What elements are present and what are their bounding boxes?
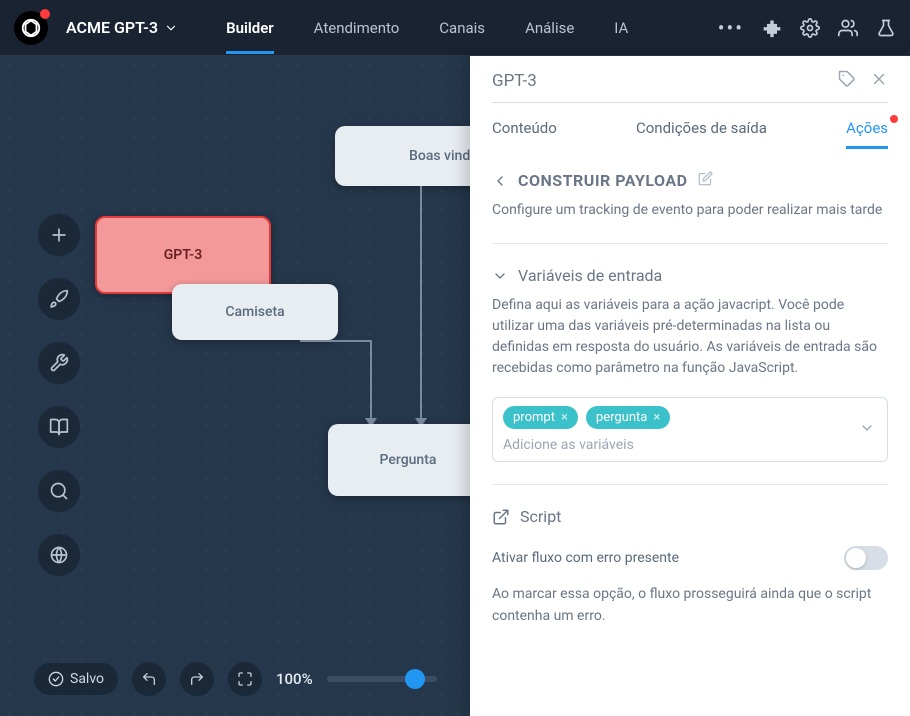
vars-desc: Defina aqui as variáveis para a ação jav… — [492, 295, 888, 379]
zoom-slider-thumb[interactable] — [405, 669, 425, 689]
script-title: Script — [520, 507, 561, 526]
tab-acoes-label: Ações — [846, 119, 888, 137]
edge — [300, 340, 372, 342]
nav-ia[interactable]: IA — [594, 2, 648, 54]
gear-icon[interactable] — [800, 18, 820, 38]
remove-tag-icon[interactable]: × — [561, 410, 568, 425]
remove-tag-icon[interactable]: × — [653, 410, 660, 425]
notification-dot — [890, 115, 898, 123]
topbar-right: ••• — [718, 16, 896, 40]
node-gpt[interactable]: GPT-3 — [95, 216, 271, 294]
app-title-dropdown[interactable]: ACME GPT-3 — [66, 18, 178, 37]
panel-body: CONSTRUIR PAYLOAD Configure um tracking … — [470, 149, 910, 657]
saved-indicator: Salvo — [34, 663, 118, 695]
nav-atendimento[interactable]: Atendimento — [294, 2, 420, 54]
team-icon[interactable] — [838, 18, 858, 38]
edge — [420, 186, 422, 424]
top-bar: ACME GPT-3 Builder Atendimento Canais An… — [0, 0, 910, 56]
check-circle-icon — [48, 671, 64, 687]
payload-header: CONSTRUIR PAYLOAD — [492, 171, 888, 190]
rocket-button[interactable] — [38, 278, 80, 320]
payload-title: CONSTRUIR PAYLOAD — [518, 171, 688, 190]
wrench-button[interactable] — [38, 342, 80, 384]
notification-dot — [40, 9, 50, 19]
error-flow-toggle[interactable] — [844, 546, 888, 570]
beaker-icon[interactable] — [876, 18, 896, 38]
book-button[interactable] — [38, 406, 80, 448]
canvas-bottom-bar: Salvo 100% — [34, 662, 437, 696]
nav-builder[interactable]: Builder — [206, 2, 294, 54]
undo-button[interactable] — [132, 662, 166, 696]
zoom-level: 100% — [276, 670, 313, 688]
tab-condicoes[interactable]: Condições de saída — [636, 119, 767, 149]
edit-icon[interactable] — [698, 171, 713, 190]
variable-tag[interactable]: pergunta × — [586, 406, 670, 429]
app-title-text: ACME GPT-3 — [66, 18, 158, 37]
add-node-button[interactable] — [38, 214, 80, 256]
zoom-slider[interactable] — [327, 676, 437, 682]
tab-acoes[interactable]: Ações — [846, 119, 888, 149]
chevron-down-icon — [492, 268, 508, 284]
openai-icon — [20, 17, 42, 39]
redo-button[interactable] — [180, 662, 214, 696]
edge — [370, 340, 372, 424]
main-nav: Builder Atendimento Canais Análise IA — [206, 2, 648, 54]
nav-canais[interactable]: Canais — [419, 2, 505, 54]
script-header[interactable]: Script — [492, 507, 888, 526]
canvas-toolbar — [38, 214, 80, 576]
nav-analise[interactable]: Análise — [505, 2, 594, 54]
vars-placeholder: Adicione as variáveis — [503, 437, 877, 453]
fullscreen-button[interactable] — [228, 662, 262, 696]
node-camiseta[interactable]: Camiseta — [172, 284, 338, 340]
chevron-down-icon[interactable] — [859, 420, 875, 440]
tag-icon[interactable] — [838, 70, 856, 92]
node-pergunta[interactable]: Pergunta — [328, 424, 488, 496]
panel-title: GPT-3 — [492, 71, 537, 91]
chevron-left-icon[interactable] — [492, 173, 508, 189]
panel-header: GPT-3 — [470, 56, 910, 103]
close-icon[interactable] — [870, 70, 888, 92]
app-logo[interactable] — [14, 11, 48, 45]
more-menu[interactable]: ••• — [718, 16, 744, 40]
tab-conteudo[interactable]: Conteúdo — [492, 119, 557, 149]
vars-tag-input[interactable]: prompt × pergunta × Adicione as variáveis — [492, 397, 888, 462]
variable-tag[interactable]: prompt × — [503, 406, 578, 429]
vars-title: Variáveis de entrada — [518, 266, 662, 285]
error-flow-desc: Ao marcar essa opção, o fluxo prosseguir… — [492, 584, 888, 627]
side-panel: GPT-3 Conteúdo Condições de saída Ações … — [470, 56, 910, 716]
error-flow-toggle-row: Ativar fluxo com erro presente — [492, 546, 888, 570]
panel-tabs: Conteúdo Condições de saída Ações — [470, 103, 910, 149]
chevron-down-icon — [164, 21, 178, 35]
globe-button[interactable] — [38, 534, 80, 576]
extensions-icon[interactable] — [762, 18, 782, 38]
saved-label: Salvo — [70, 671, 104, 687]
search-button[interactable] — [38, 470, 80, 512]
payload-desc: Configure um tracking de evento para pod… — [492, 200, 888, 221]
error-flow-label: Ativar fluxo com erro presente — [492, 550, 679, 566]
external-link-icon — [492, 508, 510, 526]
vars-collapse[interactable]: Variáveis de entrada — [492, 266, 888, 285]
